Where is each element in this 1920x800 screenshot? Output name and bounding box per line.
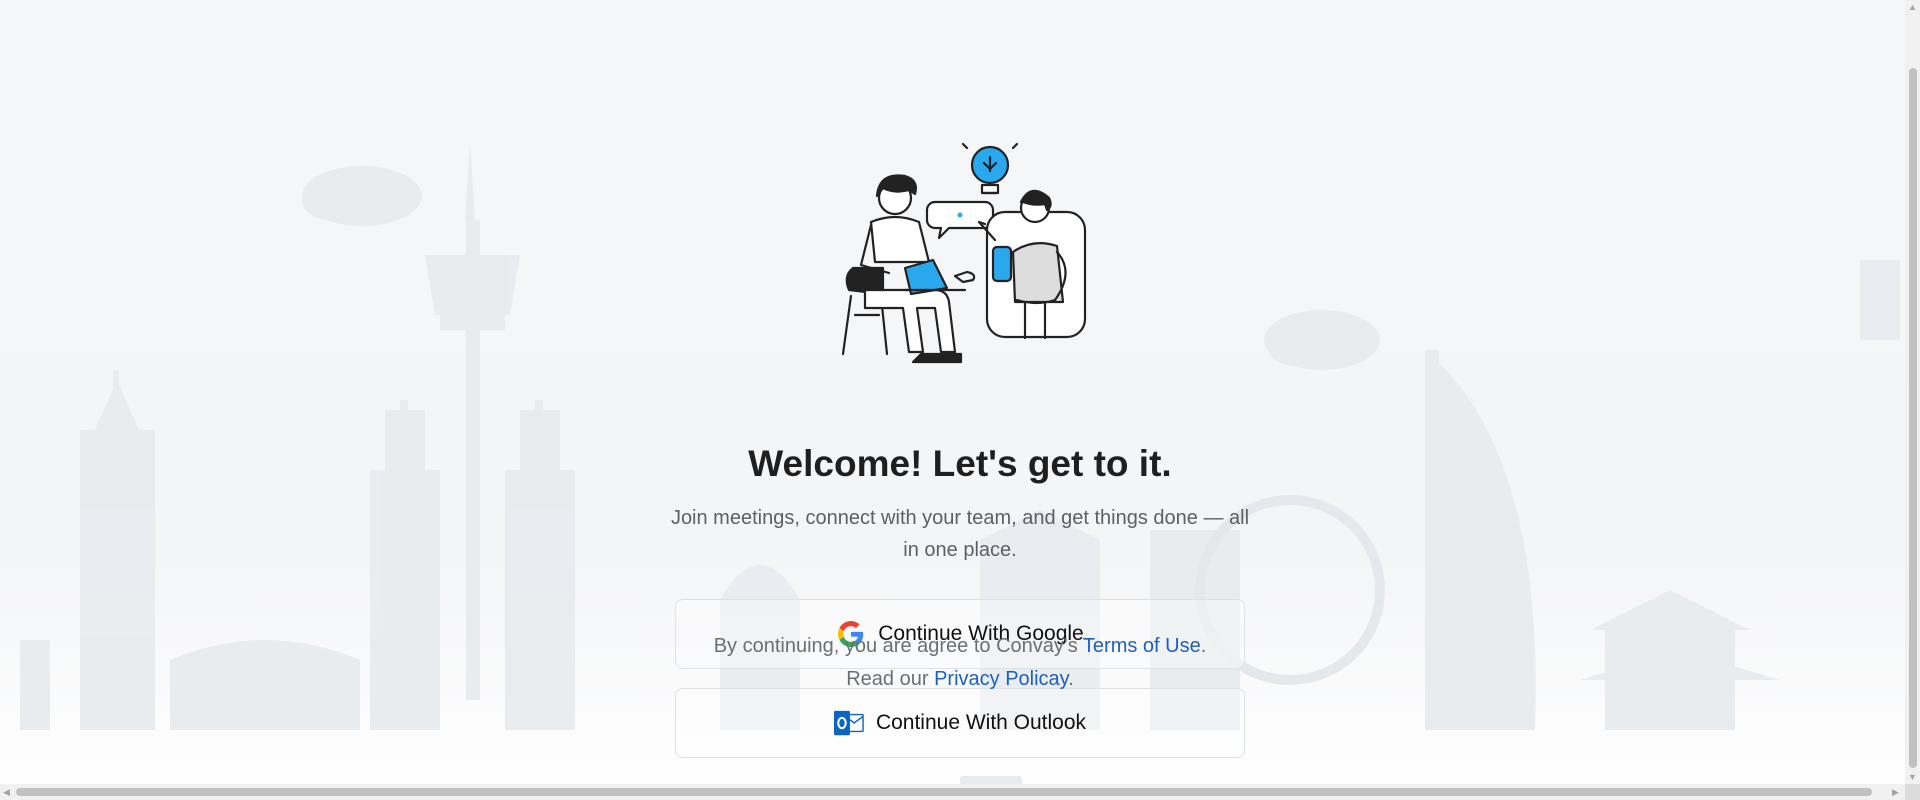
outlook-logo-icon xyxy=(833,708,864,738)
privacy-line: Read our Privacy Policay. xyxy=(0,663,1920,696)
continue-with-outlook-button[interactable]: Continue With Outlook xyxy=(675,688,1245,758)
scroll-left-icon[interactable]: ◀ xyxy=(3,787,10,798)
page-subtitle: Join meetings, connect with your team, a… xyxy=(670,507,1250,561)
scroll-right-icon[interactable]: ▶ xyxy=(1892,787,1899,798)
terms-period: . xyxy=(1200,635,1207,657)
horizontal-scroll-thumb[interactable] xyxy=(16,788,1872,796)
scrollbar-corner xyxy=(1905,784,1920,800)
outlook-button-label: Continue With Outlook xyxy=(875,711,1087,734)
terms-of-use-link[interactable]: Terms of Use xyxy=(1083,635,1201,657)
vertical-scrollbar[interactable]: ▲ ▼ xyxy=(1905,0,1920,800)
privacy-policy-link[interactable]: Privacy Policay xyxy=(934,668,1068,690)
terms-prefix: By continuing, you are agree to Convay's xyxy=(713,635,1083,657)
vertical-scroll-thumb[interactable] xyxy=(1909,68,1917,768)
terms-line: By continuing, you are agree to Convay's… xyxy=(0,630,1920,663)
privacy-period: . xyxy=(1068,668,1074,690)
legal-notice: By continuing, you are agree to Convay's… xyxy=(0,630,1920,696)
privacy-prefix: Read our xyxy=(846,668,935,690)
scroll-up-icon[interactable]: ▲ xyxy=(1908,2,1917,12)
scroll-down-icon[interactable]: ▼ xyxy=(1908,772,1917,782)
horizontal-scrollbar[interactable]: ◀ ▶ xyxy=(0,784,1905,800)
login-page: Welcome! Let's get to it. Join meetings,… xyxy=(0,0,1920,800)
team-collaboration-illustration xyxy=(841,142,1087,364)
bottom-handle xyxy=(960,776,1022,784)
page-title: Welcome! Let's get to it. xyxy=(748,443,1172,484)
